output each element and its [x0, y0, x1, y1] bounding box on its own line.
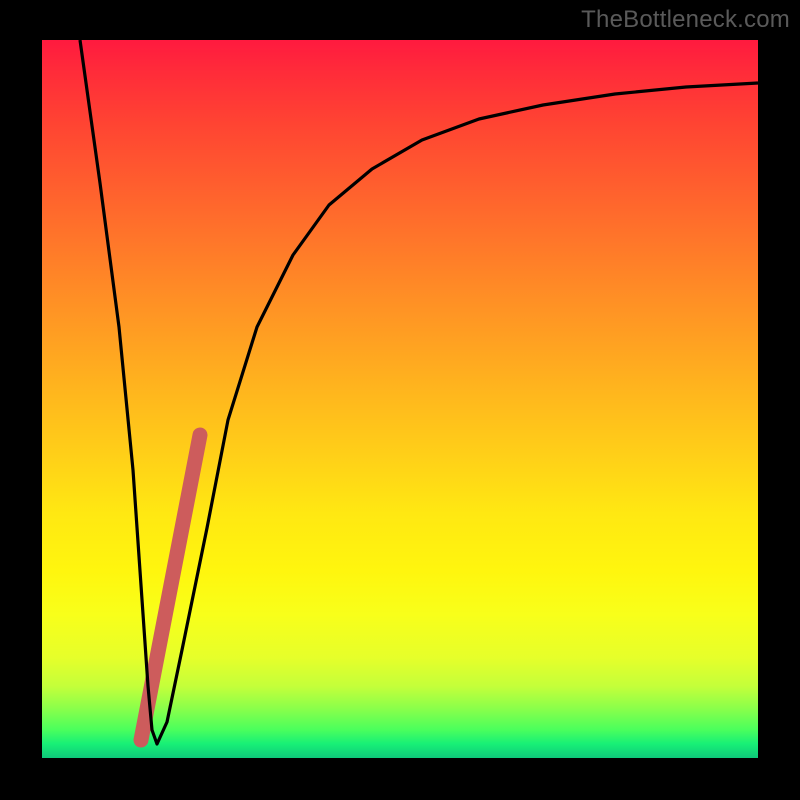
bottleneck-curve	[80, 40, 758, 744]
watermark-text: TheBottleneck.com	[581, 6, 790, 34]
chart-frame: TheBottleneck.com	[0, 0, 800, 800]
chart-svg	[42, 40, 758, 758]
